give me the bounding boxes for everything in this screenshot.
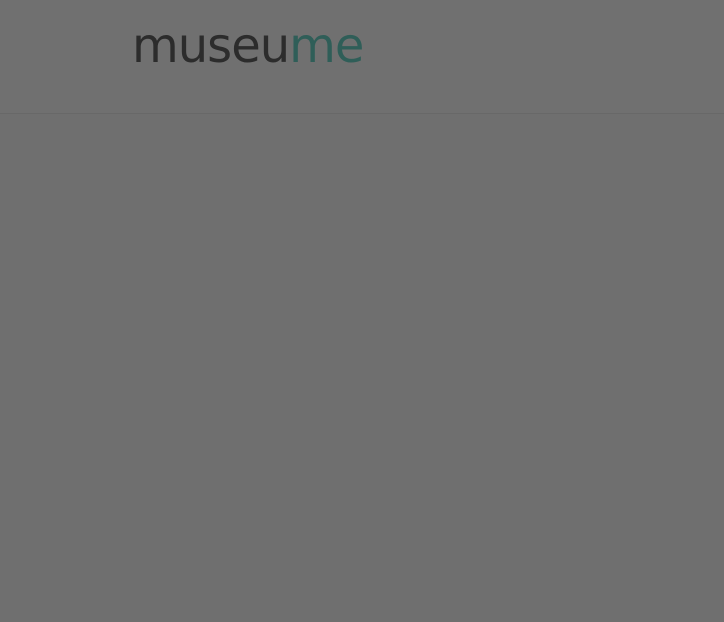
logo-text: museume	[132, 20, 363, 74]
museume-logo[interactable]: museume	[132, 20, 404, 74]
logo-dark-part: museu	[132, 20, 289, 74]
main-content-overlay	[0, 114, 724, 622]
logo-accent-part: me	[289, 20, 363, 74]
site-header: museume	[0, 0, 724, 114]
page: museume	[0, 0, 724, 622]
